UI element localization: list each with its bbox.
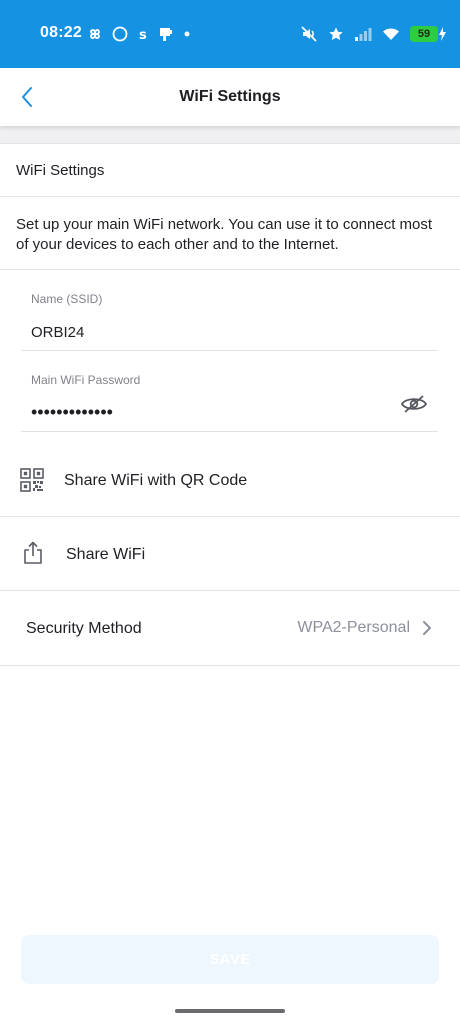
header-divider-band xyxy=(0,126,460,144)
password-field[interactable]: Main WiFi Password ••••••••••••• xyxy=(21,364,438,432)
home-indicator[interactable] xyxy=(175,1009,285,1013)
share-qr-row[interactable]: Share WiFi with QR Code xyxy=(0,444,460,517)
page-title: WiFi Settings xyxy=(179,88,281,105)
system-icons: 59 xyxy=(300,22,446,46)
share-wifi-label: Share WiFi xyxy=(66,546,146,563)
share-icon xyxy=(22,541,44,570)
app-header: WiFi Settings xyxy=(0,68,460,126)
section-title: WiFi Settings xyxy=(0,144,460,197)
security-method-value: WPA2-Personal xyxy=(297,619,410,636)
clipboard-icon xyxy=(158,26,174,42)
battery-icon: 59 xyxy=(410,26,446,42)
notification-icons: s xyxy=(87,24,191,44)
ssid-field[interactable]: Name (SSID) ORBI24 xyxy=(21,283,438,351)
section-description: Set up your main WiFi network. You can u… xyxy=(0,197,460,270)
svg-text:s: s xyxy=(139,28,147,42)
password-input[interactable]: ••••••••••••• xyxy=(31,402,113,423)
chevron-right-icon xyxy=(422,620,432,641)
wifi-icon xyxy=(382,26,400,42)
save-button[interactable]: SAVE xyxy=(21,935,439,984)
password-visibility-toggle[interactable] xyxy=(400,392,428,416)
password-label: Main WiFi Password xyxy=(31,373,141,387)
dot-icon xyxy=(183,26,191,42)
status-bar: 08:22 s 59 xyxy=(0,0,460,68)
eye-off-icon xyxy=(400,395,428,413)
s-app-icon: s xyxy=(137,26,149,42)
ssid-input[interactable]: ORBI24 xyxy=(31,324,84,341)
circle-icon xyxy=(112,26,128,42)
pinwheel-icon xyxy=(87,26,103,42)
signal-icon xyxy=(354,26,372,42)
security-method-row[interactable]: Security Method WPA2-Personal xyxy=(0,591,460,666)
share-wifi-row[interactable]: Share WiFi xyxy=(0,517,460,591)
star-icon xyxy=(328,26,344,42)
battery-level: 59 xyxy=(417,28,431,40)
share-qr-label: Share WiFi with QR Code xyxy=(64,472,248,489)
qr-code-icon xyxy=(20,468,44,497)
status-time: 08:22 xyxy=(40,24,82,41)
mute-icon xyxy=(300,25,318,43)
security-method-label: Security Method xyxy=(26,620,142,637)
ssid-label: Name (SSID) xyxy=(31,292,103,306)
